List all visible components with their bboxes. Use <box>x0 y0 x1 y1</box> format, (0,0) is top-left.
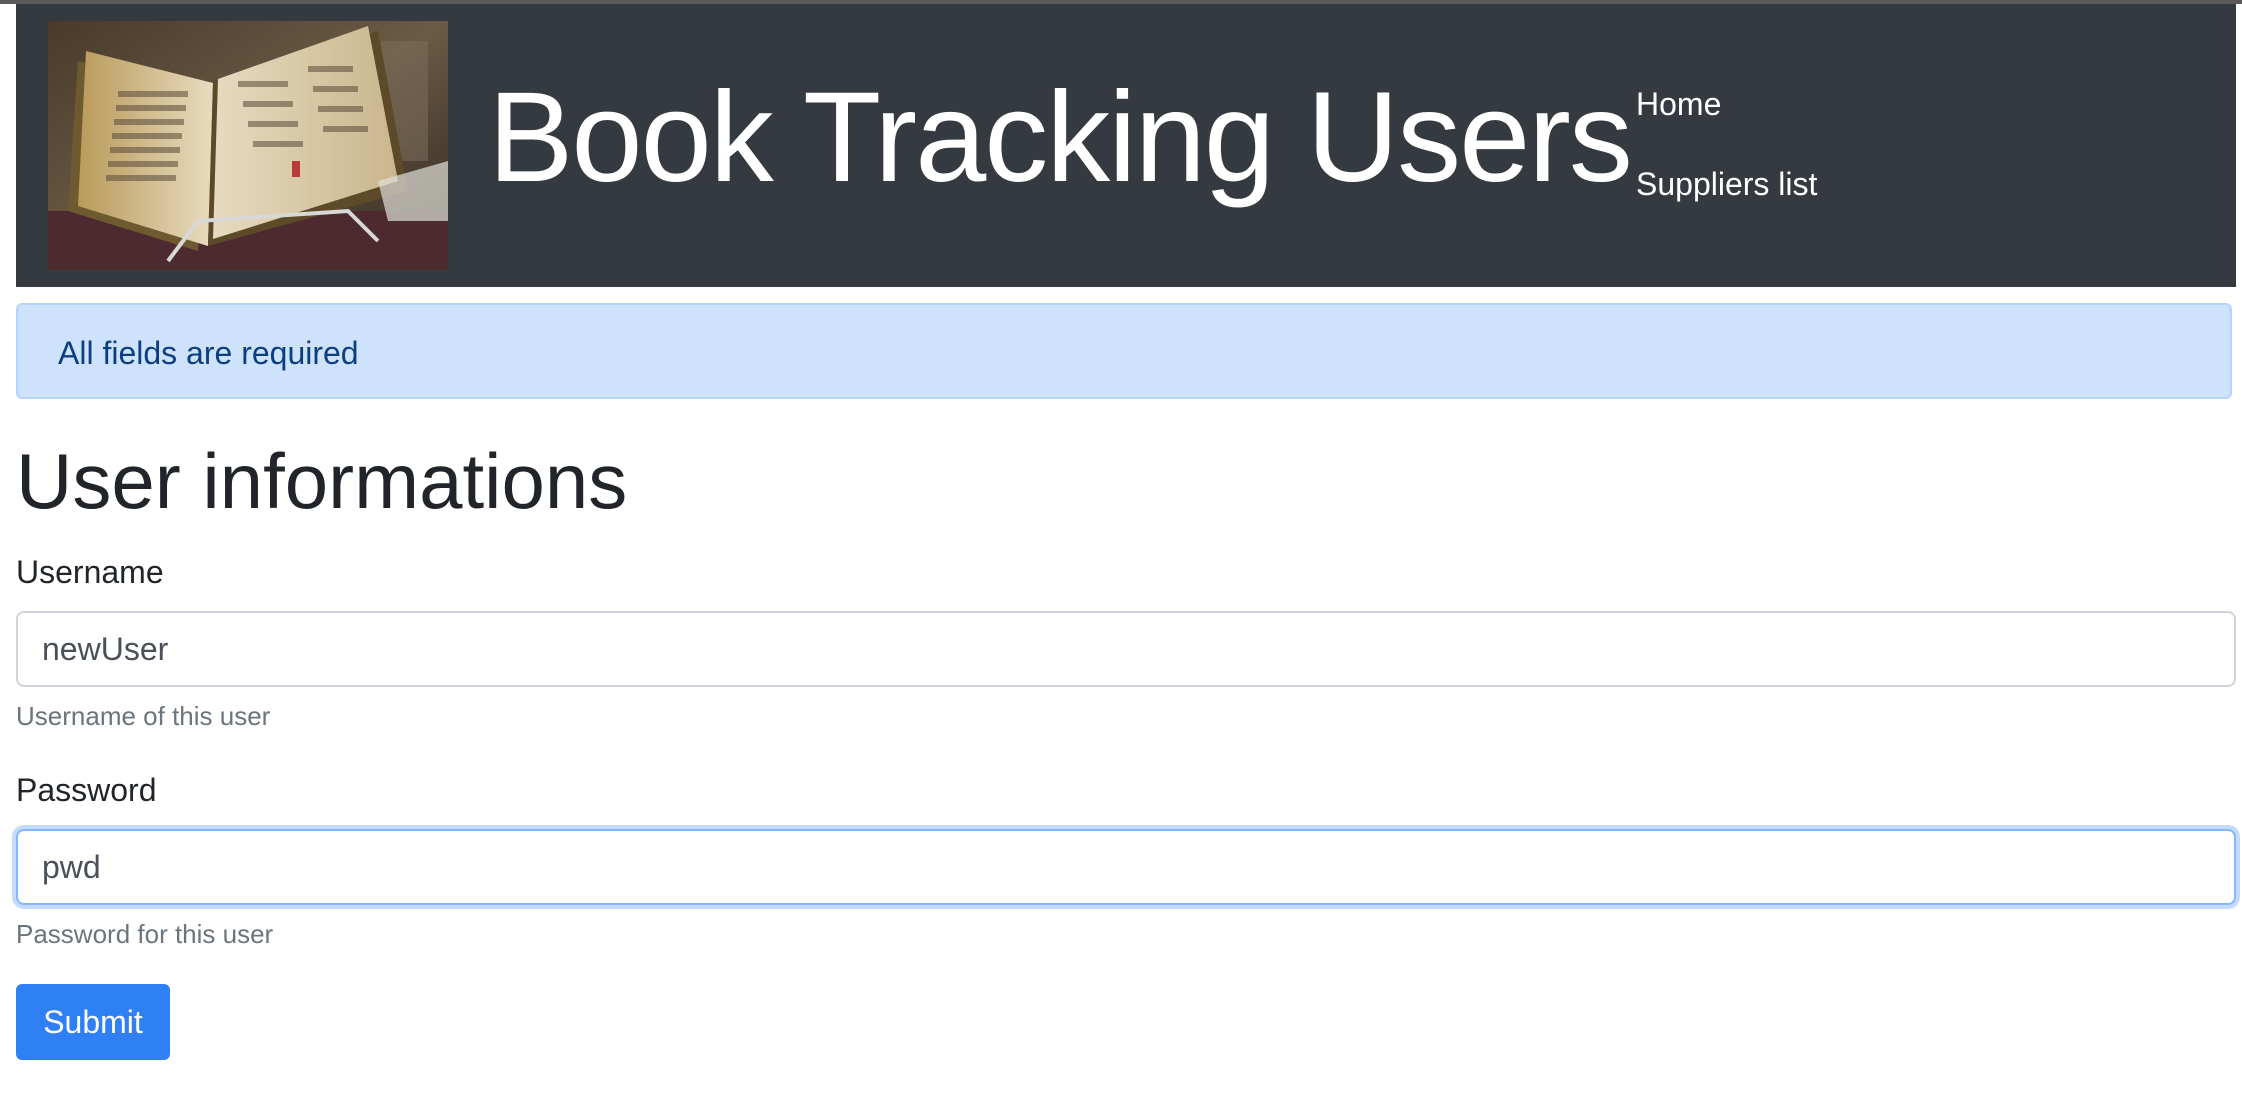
alert-text: All fields are required <box>58 335 359 371</box>
submit-button[interactable]: Submit <box>16 984 170 1060</box>
site-header: Book Tracking Users Home Suppliers list <box>16 4 2236 287</box>
username-input[interactable] <box>16 611 2236 687</box>
password-help: Password for this user <box>16 919 274 949</box>
main-nav: Home Suppliers list <box>1636 84 1817 244</box>
username-help: Username of this user <box>16 701 271 731</box>
book-logo-icon <box>48 21 448 270</box>
username-label: Username <box>16 554 164 590</box>
password-input[interactable] <box>16 829 2236 905</box>
site-title: Book Tracking Users <box>488 66 1633 209</box>
password-label: Password <box>16 772 157 808</box>
page-title: User informations <box>16 437 628 525</box>
info-alert: All fields are required <box>16 303 2232 399</box>
nav-home-link[interactable]: Home <box>1636 84 1817 124</box>
nav-suppliers-link[interactable]: Suppliers list <box>1636 164 1817 204</box>
